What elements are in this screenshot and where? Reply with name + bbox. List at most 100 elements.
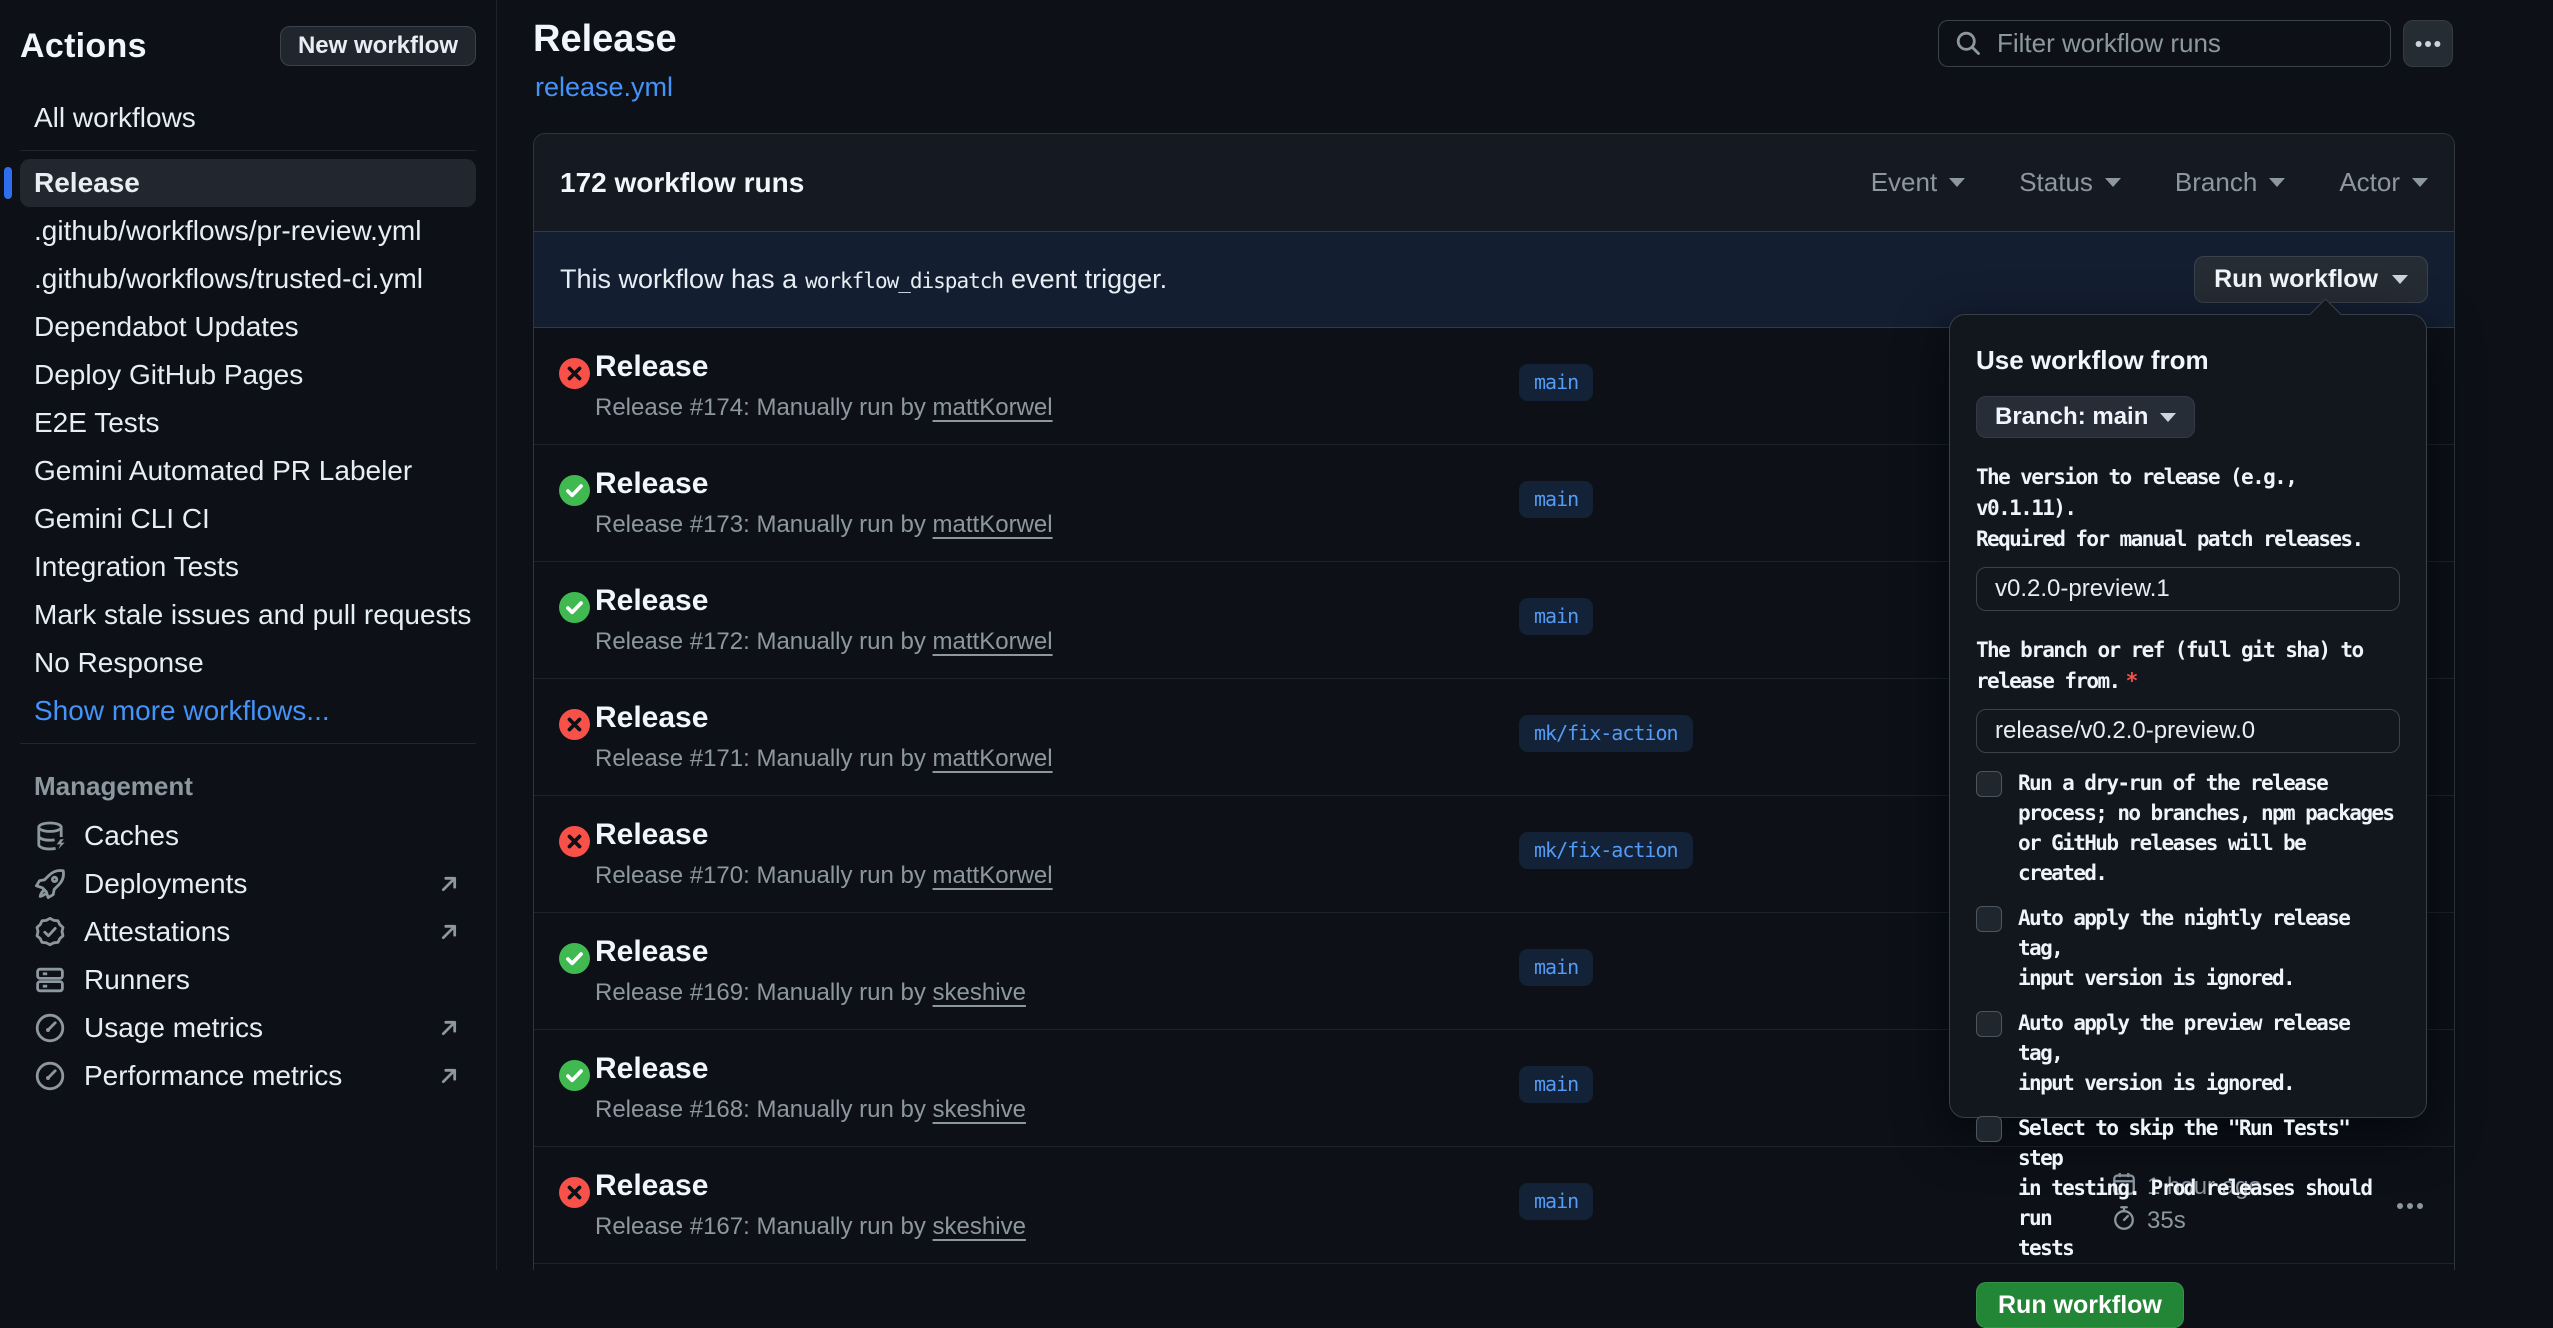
x-circle-icon	[559, 358, 590, 389]
sidebar-item-label: .github/workflows/trusted-ci.yml	[34, 263, 423, 295]
check-circle-icon	[559, 475, 590, 506]
sidebar-item-workflow[interactable]: No Response	[20, 639, 476, 687]
sidebar-divider	[20, 743, 476, 744]
run-description: Release #170: Manually run by mattKorwel	[595, 862, 1053, 890]
sidebar-item-workflow[interactable]: Gemini Automated PR Labeler	[20, 447, 476, 495]
run-title-link[interactable]: Release	[595, 350, 708, 384]
x-circle-icon	[559, 1177, 590, 1208]
run-workflow-submit-button[interactable]: Run workflow	[1976, 1282, 2184, 1328]
run-title-link[interactable]: Release	[595, 818, 708, 852]
checkbox[interactable]	[1976, 1011, 2002, 1037]
sidebar-item-workflow[interactable]: Mark stale issues and pull requests	[20, 591, 476, 639]
check-circle-icon	[559, 592, 590, 623]
branch-badge[interactable]: main	[1519, 598, 1593, 635]
runs-count: 172 workflow runs	[560, 167, 804, 199]
meter-icon	[34, 1060, 66, 1092]
arrow-up-right-icon	[436, 1015, 462, 1041]
runs-panel-header: 172 workflow runs Event Status Branch Ac…	[534, 134, 2454, 231]
sidebar-item-label: Dependabot Updates	[34, 311, 299, 343]
checkbox-row: Auto apply the preview release tag,input…	[1976, 1008, 2400, 1098]
filter-dropdown-label: Event	[1871, 167, 1938, 198]
sidebar-item-workflow[interactable]: Gemini CLI CI	[20, 495, 476, 543]
run-title-link[interactable]: Release	[595, 935, 708, 969]
actor-link[interactable]: mattKorwel	[933, 745, 1053, 772]
actor-link[interactable]: mattKorwel	[933, 628, 1053, 655]
version-input-label: The version to release (e.g., v0.1.11).R…	[1976, 462, 2400, 555]
management-item-label: Deployments	[84, 868, 247, 900]
branch-badge[interactable]: main	[1519, 1183, 1593, 1220]
sidebar-title: Actions	[20, 27, 147, 66]
branch-badge[interactable]: main	[1519, 949, 1593, 986]
sidebar-item-workflow[interactable]: .github/workflows/pr-review.yml	[20, 207, 476, 255]
branch-badge[interactable]: mk/fix-action	[1519, 832, 1693, 869]
filter-dropdown[interactable]: Branch	[2175, 167, 2285, 198]
chevron-down-icon	[2105, 178, 2121, 187]
sidebar-item-label: .github/workflows/pr-review.yml	[34, 215, 421, 247]
actor-link[interactable]: skeshive	[933, 1213, 1026, 1240]
management-item-label: Attestations	[84, 916, 230, 948]
actor-link[interactable]: skeshive	[933, 979, 1026, 1006]
sidebar-item-management[interactable]: Performance metrics	[20, 1052, 476, 1100]
branch-selector-button[interactable]: Branch: main	[1976, 396, 2195, 438]
checkbox[interactable]	[1976, 771, 2002, 797]
branch-badge[interactable]: mk/fix-action	[1519, 715, 1693, 752]
filter-dropdown[interactable]: Actor	[2339, 167, 2428, 198]
kebab-horizontal-icon[interactable]	[2403, 20, 2453, 67]
filter-dropdown[interactable]: Event	[1871, 167, 1966, 198]
filter-dropdown-label: Actor	[2339, 167, 2400, 198]
checkbox[interactable]	[1976, 906, 2002, 932]
arrow-up-right-icon	[436, 1063, 462, 1089]
checkbox-label: Select to skip the "Run Tests" stepin te…	[2018, 1113, 2400, 1263]
checkbox-label: Auto apply the preview release tag,input…	[2018, 1008, 2400, 1098]
management-list: Caches Deployments Attestations Runners …	[20, 812, 476, 1100]
branch-badge[interactable]: main	[1519, 364, 1593, 401]
checkbox-label: Run a dry-run of the releaseprocess; no …	[2018, 768, 2400, 888]
branch-badge[interactable]: main	[1519, 481, 1593, 518]
run-workflow-dropdown-button[interactable]: Run workflow	[2194, 256, 2428, 303]
checkbox[interactable]	[1976, 1116, 2002, 1142]
show-more-workflows-link[interactable]: Show more workflows...	[20, 687, 476, 735]
sidebar-item-workflow[interactable]: Dependabot Updates	[20, 303, 476, 351]
run-title-link[interactable]: Release	[595, 701, 708, 735]
sidebar-item-workflow[interactable]: E2E Tests	[20, 399, 476, 447]
page-title: Release	[533, 18, 677, 61]
run-title-link[interactable]: Release	[595, 1169, 708, 1203]
filter-workflow-runs-input[interactable]	[1938, 20, 2391, 67]
x-circle-icon	[559, 826, 590, 857]
workflow-file-link[interactable]: release.yml	[535, 72, 673, 103]
version-input[interactable]	[1976, 567, 2400, 611]
sidebar-item-management[interactable]: Deployments	[20, 860, 476, 908]
new-workflow-button[interactable]: New workflow	[280, 26, 476, 66]
rocket-icon	[34, 868, 66, 900]
actor-link[interactable]: skeshive	[933, 1096, 1026, 1123]
sidebar-item-management[interactable]: Runners	[20, 956, 476, 1004]
ref-input[interactable]	[1976, 709, 2400, 753]
chevron-down-icon	[2412, 178, 2428, 187]
run-description: Release #172: Manually run by mattKorwel	[595, 628, 1053, 656]
actor-link[interactable]: mattKorwel	[933, 511, 1053, 538]
sidebar-item-all-workflows[interactable]: All workflows	[20, 94, 476, 142]
sidebar-item-workflow[interactable]: Deploy GitHub Pages	[20, 351, 476, 399]
required-asterisk: *	[2120, 669, 2139, 693]
sidebar-item-management[interactable]: Caches	[20, 812, 476, 860]
management-section-header: Management	[20, 766, 476, 806]
run-title-link[interactable]: Release	[595, 467, 708, 501]
actor-link[interactable]: mattKorwel	[933, 394, 1053, 421]
branch-badge[interactable]: main	[1519, 1066, 1593, 1103]
management-item-label: Caches	[84, 820, 179, 852]
filter-dropdown[interactable]: Status	[2019, 167, 2121, 198]
sidebar-item-management[interactable]: Attestations	[20, 908, 476, 956]
sidebar-item-management[interactable]: Usage metrics	[20, 1004, 476, 1052]
filter-dropdown-label: Branch	[2175, 167, 2257, 198]
arrow-up-right-icon	[436, 919, 462, 945]
checkbox-row: Auto apply the nightly release tag,input…	[1976, 903, 2400, 993]
run-description: Release #168: Manually run by skeshive	[595, 1096, 1026, 1124]
popover-checkboxes: Run a dry-run of the releaseprocess; no …	[1976, 768, 2400, 1263]
run-title-link[interactable]: Release	[595, 584, 708, 618]
sidebar-item-workflow[interactable]: Release	[20, 159, 476, 207]
sidebar-item-workflow[interactable]: .github/workflows/trusted-ci.yml	[20, 255, 476, 303]
check-circle-icon	[559, 943, 590, 974]
actor-link[interactable]: mattKorwel	[933, 862, 1053, 889]
run-title-link[interactable]: Release	[595, 1052, 708, 1086]
sidebar-item-workflow[interactable]: Integration Tests	[20, 543, 476, 591]
